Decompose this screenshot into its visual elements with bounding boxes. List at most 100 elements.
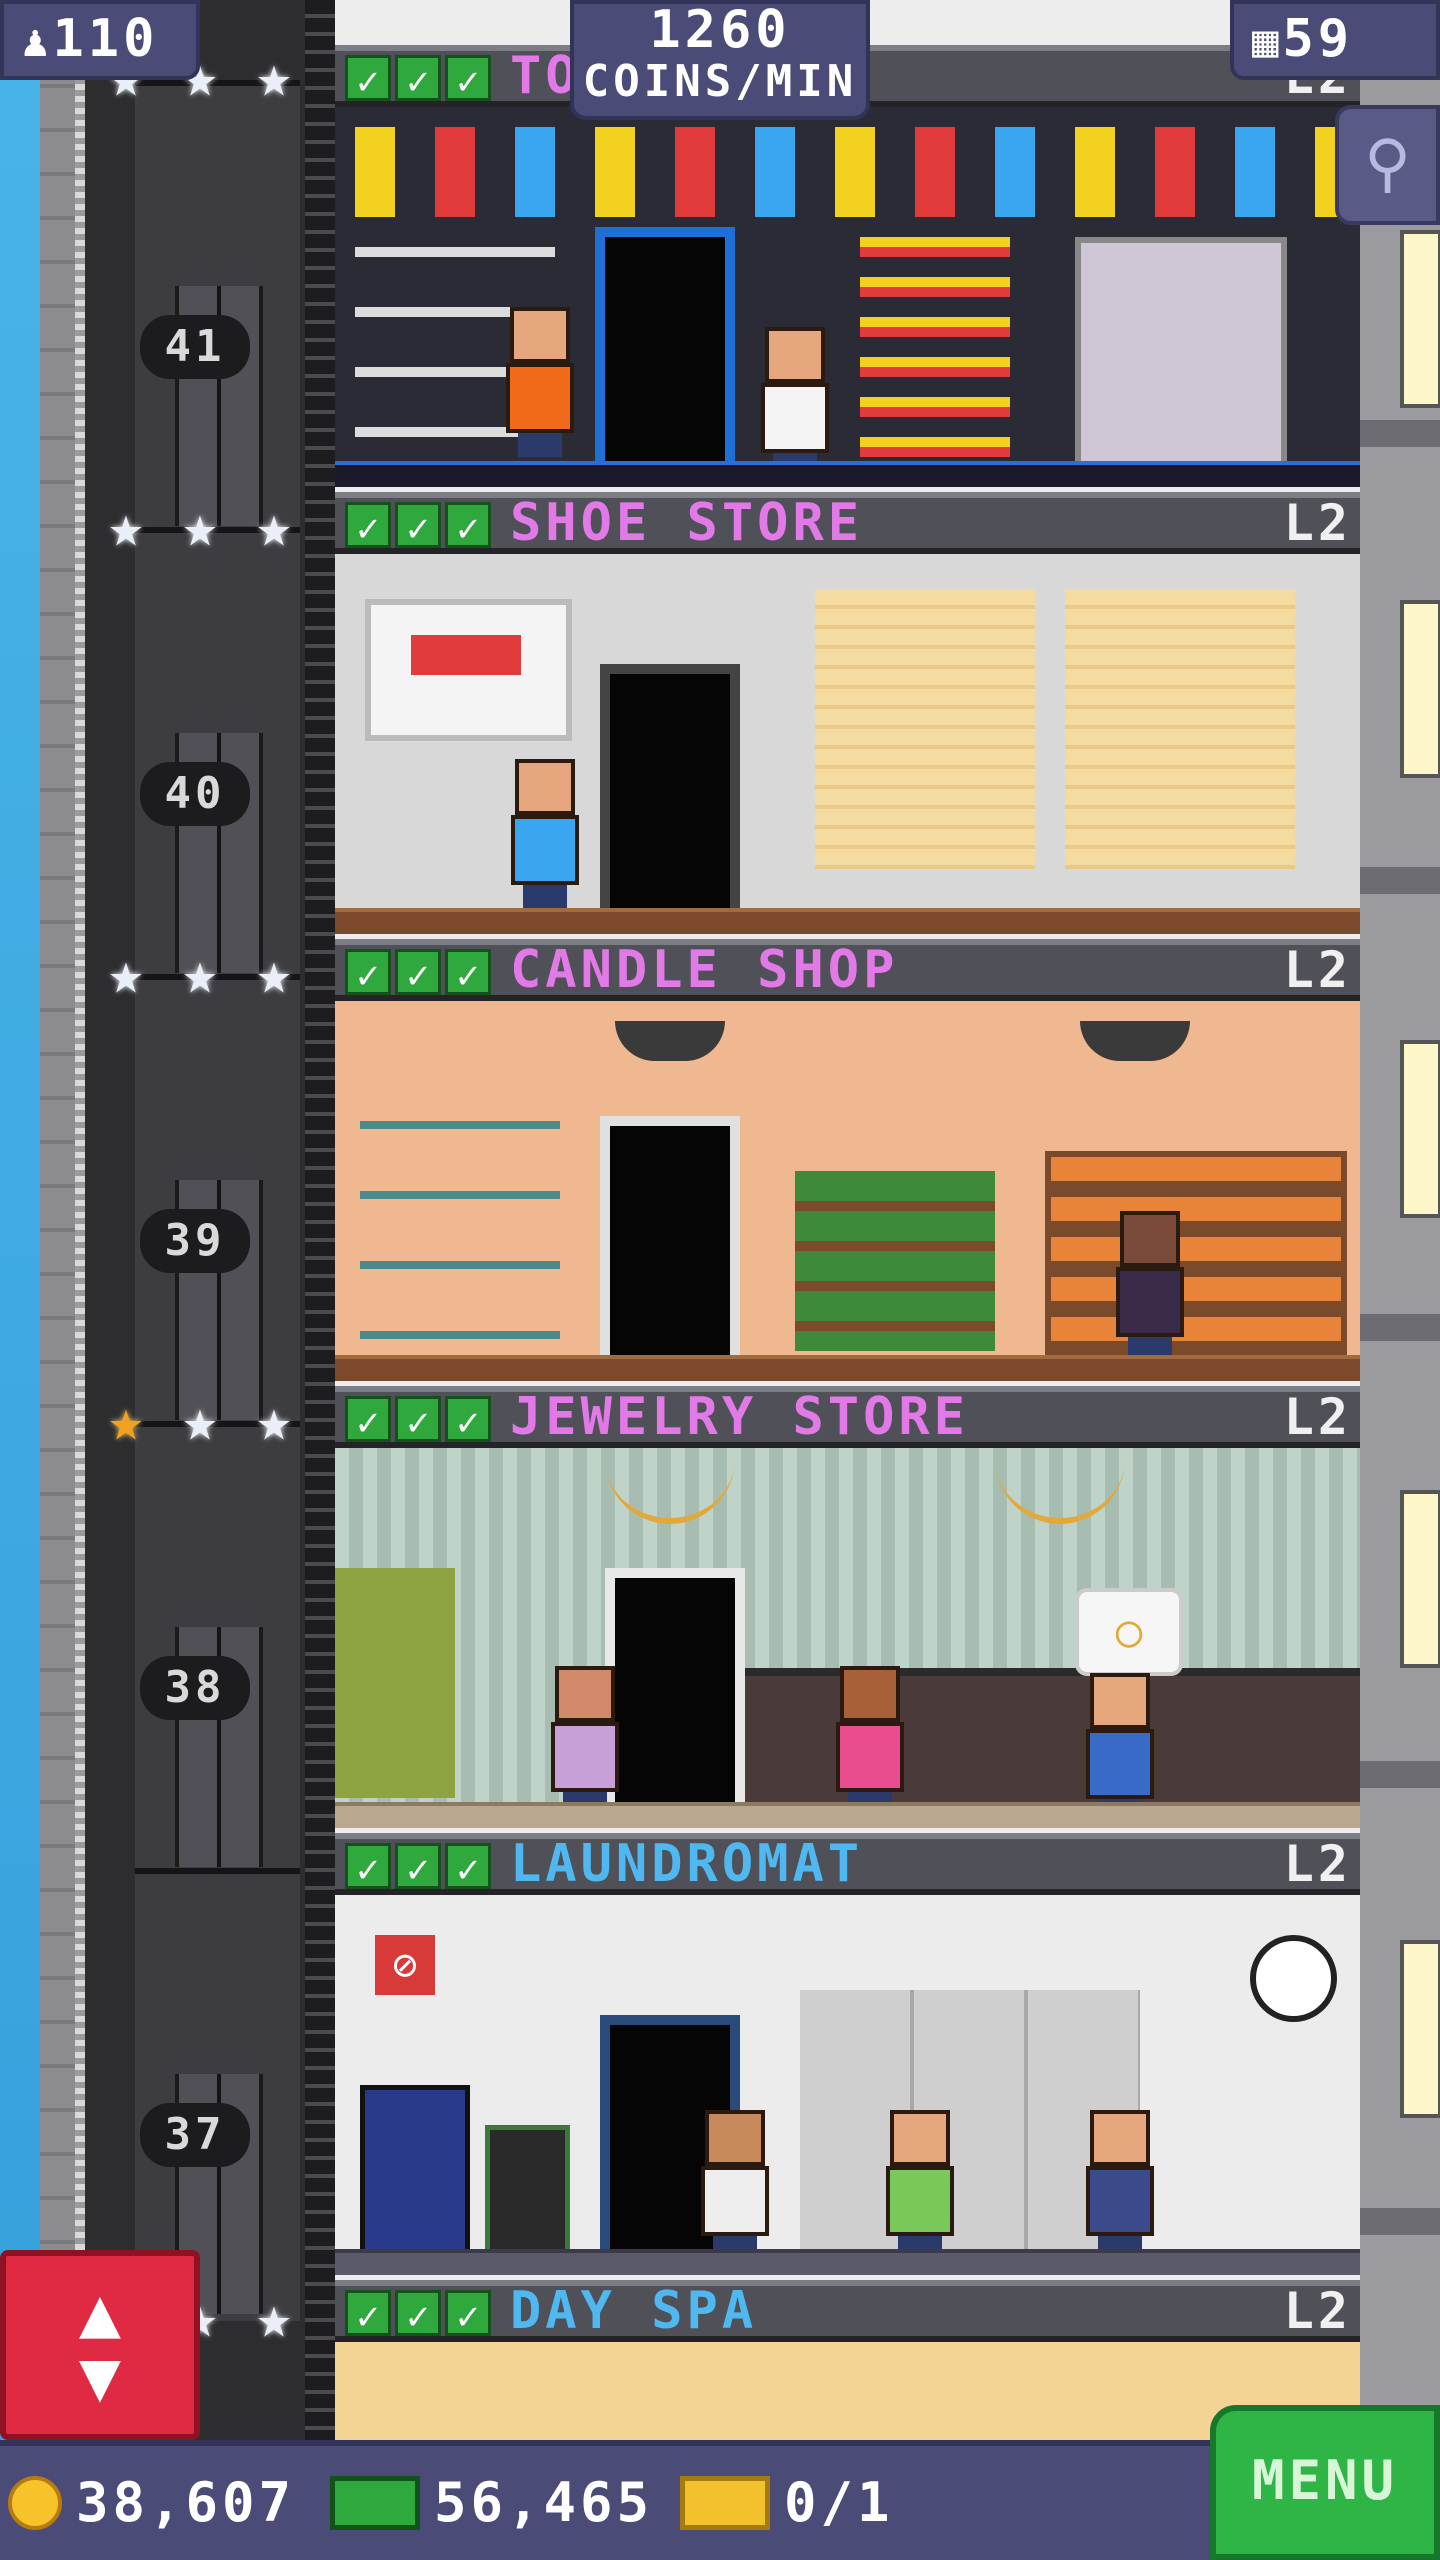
coins-per-min-value: 1260 <box>649 0 791 60</box>
building-icon: ▦ <box>1252 16 1283 67</box>
checkmark-icon: ✓ <box>395 55 441 103</box>
checkmark-icon: ✓ <box>445 2290 491 2338</box>
wall-lamp <box>1400 600 1440 778</box>
star-rating: ★ ★ ★ <box>95 1389 305 1451</box>
coins-value: 38,607 <box>76 2471 296 2534</box>
vending-machine <box>360 2085 470 2265</box>
display-case <box>1075 237 1287 469</box>
floor-name: CANDLE SHOP <box>510 940 899 1000</box>
shaft-wall <box>40 0 80 2440</box>
floor-level: L2 <box>1283 941 1352 999</box>
floor-number: 40 <box>140 762 250 826</box>
star-icon: ★ <box>256 2283 292 2351</box>
floor-count-value: 59 <box>1282 9 1354 69</box>
floor-counter[interactable]: ▦59 <box>1230 0 1440 80</box>
room-shoe-store[interactable] <box>335 554 1360 934</box>
checkmark-icon: ✓ <box>395 949 441 997</box>
shop-door <box>600 664 740 924</box>
bitizen[interactable] <box>1110 1211 1190 1361</box>
tickets-value: 0/1 <box>784 2471 894 2534</box>
elevator-cable <box>75 0 85 2440</box>
bitizen[interactable] <box>880 2110 960 2260</box>
star-icon: ★ <box>256 939 292 1007</box>
chandelier <box>995 1458 1125 1524</box>
floor-level: L2 <box>1283 2282 1352 2340</box>
coins-balance[interactable]: 38,607 <box>8 2446 295 2560</box>
room-jewelry-store[interactable]: ○ <box>335 1448 1360 1828</box>
sky-background <box>0 0 40 2440</box>
checkmark-icon: ✓ <box>445 1843 491 1891</box>
tickets-balance[interactable]: 0/1 <box>680 2446 894 2560</box>
bitizen[interactable] <box>505 759 585 909</box>
elevator-button[interactable]: ▲ ▼ <box>0 2250 200 2440</box>
shoe-wall <box>1065 589 1295 869</box>
shoe-wall <box>815 589 1035 869</box>
coins-per-minute: 1260 COINS/MIN <box>570 0 870 120</box>
bitizen[interactable] <box>695 2110 775 2260</box>
candle-table <box>795 1171 995 1351</box>
checkmark-icon: ✓ <box>345 2290 391 2338</box>
floor-header-jewelry-store[interactable]: ✓ ✓ ✓ JEWELRY STORE L2 <box>335 1386 1360 1448</box>
clock-icon <box>1250 1935 1337 2022</box>
tower-scaffold <box>1360 0 1440 2440</box>
star-icon: ★ <box>256 492 292 560</box>
bitizen[interactable] <box>830 1666 910 1816</box>
shaft-floor-41 <box>135 80 300 533</box>
bux-value: 56,465 <box>434 2471 654 2534</box>
ceiling-lamp <box>615 1021 725 1061</box>
chandelier <box>605 1458 735 1524</box>
no-sign-icon: ⊘ <box>375 1935 435 1995</box>
zoom-button[interactable]: ⚲ <box>1335 105 1440 225</box>
bitizen[interactable] <box>545 1666 625 1816</box>
floor-number: 38 <box>140 1656 250 1720</box>
coin-icon <box>8 2476 62 2530</box>
star-icon: ★ <box>182 939 218 1007</box>
toy-shelf <box>355 127 1340 217</box>
checkmark-icon: ✓ <box>395 502 441 550</box>
room-toy-shop[interactable] <box>335 107 1360 487</box>
shop-door <box>600 1116 740 1376</box>
room-candle-shop[interactable] <box>335 1001 1360 1381</box>
bitizen[interactable] <box>1080 2110 1160 2260</box>
floor-name: SHOE STORE <box>510 493 864 553</box>
checkmark-icon: ✓ <box>395 2290 441 2338</box>
floor-header-shoe-store[interactable]: ✓ ✓ ✓ SHOE STORE L2 <box>335 492 1360 554</box>
star-icon: ★ <box>256 1386 292 1454</box>
room-day-spa[interactable] <box>335 2342 1360 2440</box>
bitizen[interactable] <box>500 307 580 457</box>
shoe-poster <box>365 599 572 741</box>
shaft-floor-38 <box>135 1421 300 1874</box>
checkmark-icon: ✓ <box>395 1396 441 1444</box>
checkmark-icon: ✓ <box>445 1396 491 1444</box>
person-icon: ♟ <box>22 16 53 67</box>
floor-strip <box>335 2249 1360 2275</box>
star-rating: ★ ★ ★ <box>95 495 305 557</box>
ring-icon: ○ <box>1075 1588 1183 1676</box>
checkmark-icon: ✓ <box>345 55 391 103</box>
bitizen[interactable] <box>755 327 835 477</box>
menu-button[interactable]: MENU <box>1210 2405 1440 2560</box>
checkmark-icon: ✓ <box>395 1843 441 1891</box>
floor-header-day-spa[interactable]: ✓ ✓ ✓ DAY SPA L2 <box>335 2280 1360 2342</box>
shaft-floor-39 <box>135 974 300 1427</box>
candle-shelf <box>360 1121 560 1341</box>
floor-strip <box>335 908 1360 934</box>
floor-number: 37 <box>140 2103 250 2167</box>
ceiling-lamp <box>1080 1021 1190 1061</box>
floor-strip <box>335 1802 1360 1828</box>
star-icon: ★ <box>182 1386 218 1454</box>
checkmark-icon: ✓ <box>345 1396 391 1444</box>
floor-header-laundromat[interactable]: ✓ ✓ ✓ LAUNDROMAT L2 <box>335 1833 1360 1895</box>
wall-lamp <box>1400 1490 1440 1668</box>
candle-cabinet <box>1045 1151 1347 1363</box>
checkmark-icon: ✓ <box>345 502 391 550</box>
shop-door <box>595 227 735 487</box>
shaft-floor-40 <box>135 527 300 980</box>
population-counter[interactable]: ♟110 <box>0 0 200 80</box>
toy-rack <box>860 237 1010 457</box>
floor-header-candle-shop[interactable]: ✓ ✓ ✓ CANDLE SHOP L2 <box>335 939 1360 1001</box>
floor-number: 41 <box>140 315 250 379</box>
bitizen[interactable] <box>1080 1673 1160 1823</box>
room-laundromat[interactable]: ⊘ <box>335 1895 1360 2275</box>
bux-balance[interactable]: 56,465 <box>330 2446 653 2560</box>
